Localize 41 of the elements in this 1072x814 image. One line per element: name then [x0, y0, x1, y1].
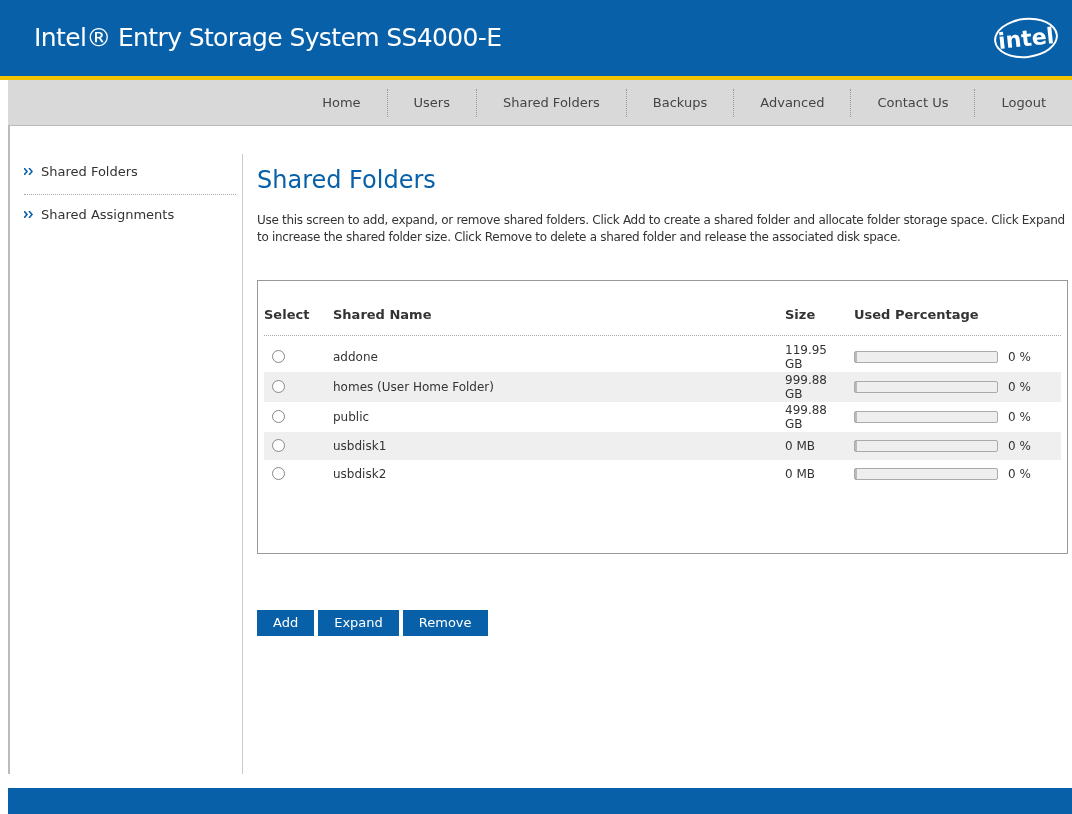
- page-description: Use this screen to add, expand, or remove shared folders. Click Add to create a shared folder and allocate folder storage space. Click Expand to increase the shared folder size. Click Remove to delete a shared folder and release the associated disk space.: [257, 212, 1066, 246]
- action-button[interactable]: Expand: [318, 610, 399, 636]
- radio-button[interactable]: [272, 410, 285, 423]
- folder-name: homes (User Home Folder): [333, 378, 495, 396]
- nav-link[interactable]: Backups: [626, 92, 734, 113]
- double-chevron-icon: [24, 168, 33, 176]
- nav-link[interactable]: Advanced: [734, 92, 851, 113]
- usage-reading: 0 %: [1008, 408, 1031, 426]
- radio-button[interactable]: [272, 439, 285, 452]
- radio-button[interactable]: [272, 380, 285, 393]
- page-title: Shared Folders: [257, 165, 437, 196]
- usage-reading: 0 %: [1008, 378, 1031, 396]
- column-header: Select: [264, 306, 311, 324]
- double-chevron-icon: [24, 210, 33, 218]
- column-header: Shared Name: [333, 306, 433, 324]
- nav-link[interactable]: Shared Folders: [476, 92, 626, 113]
- radio-button[interactable]: [272, 350, 285, 363]
- usage-reading: 0 %: [1008, 465, 1031, 483]
- folder-name: usbdisk1: [333, 437, 388, 455]
- usage-reading: 0 %: [1008, 437, 1031, 455]
- folder-size: 119.95 GB: [785, 342, 828, 371]
- column-header: Size: [785, 306, 817, 324]
- folder-name: public: [333, 408, 371, 426]
- folder-name: usbdisk2: [333, 465, 388, 483]
- folder-size: 0 MB: [785, 438, 817, 453]
- nav-link[interactable]: Logout: [975, 92, 1072, 113]
- action-button[interactable]: Add: [257, 610, 315, 636]
- nav-link[interactable]: Contact Us: [851, 92, 975, 113]
- nav-link[interactable]: Home: [296, 92, 387, 113]
- sidebar-link[interactable]: Shared Folders: [41, 162, 138, 182]
- folder-size: 499.88 GB: [785, 402, 828, 431]
- radio-button[interactable]: [272, 467, 285, 480]
- folder-size: 999.88 GB: [785, 372, 828, 401]
- action-button[interactable]: Remove: [402, 610, 488, 636]
- column-header: Used Percentage: [854, 306, 979, 324]
- app-title: Intel® Entry Storage System SS4000-E: [34, 22, 502, 55]
- sidebar-link[interactable]: Shared Assignments: [41, 204, 175, 224]
- nav-link[interactable]: Users: [387, 92, 476, 113]
- folder-name: addone: [333, 348, 379, 366]
- folder-size: 0 MB: [785, 466, 817, 481]
- usage-reading: 0 %: [1008, 348, 1031, 366]
